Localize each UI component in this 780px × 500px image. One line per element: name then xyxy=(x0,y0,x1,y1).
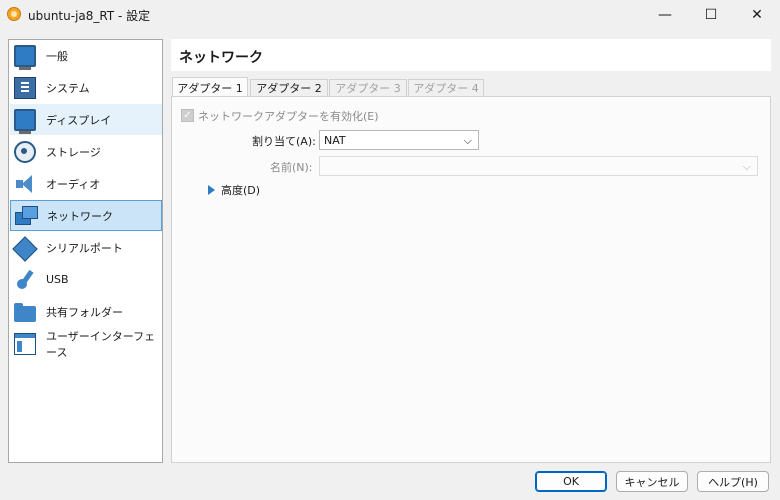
display-icon xyxy=(14,108,36,134)
sidebar-item-usb[interactable]: USB xyxy=(10,264,162,295)
window-title: ubuntu-ja8_RT - 設定 xyxy=(28,9,151,23)
shared-folder-icon xyxy=(14,302,36,322)
virtualbox-app-icon xyxy=(7,7,21,21)
general-monitor-icon xyxy=(14,44,36,70)
advanced-label: 高度(D) xyxy=(221,184,261,197)
enable-adapter-label: ネットワークアダプターを有効化(E) xyxy=(198,110,379,123)
audio-icon xyxy=(14,173,36,195)
close-button[interactable]: ✕ xyxy=(734,0,780,30)
sidebar-item-label: システム xyxy=(46,81,90,95)
help-button[interactable]: ヘルプ(H) xyxy=(697,471,769,492)
sidebar-item-storage[interactable]: ストレージ xyxy=(10,136,162,167)
chevron-down-icon: ⌵ xyxy=(463,134,472,147)
serial-port-icon xyxy=(12,235,38,262)
name-label: 名前(N): xyxy=(270,161,313,174)
name-select[interactable]: ⌵ xyxy=(319,156,758,176)
page-title: ネットワーク xyxy=(179,50,263,66)
sidebar-item-label: オーディオ xyxy=(46,177,101,191)
cancel-button[interactable]: キャンセル xyxy=(616,471,688,492)
adapter-panel xyxy=(171,96,771,463)
user-interface-icon xyxy=(14,332,36,355)
sidebar-item-label: ストレージ xyxy=(46,145,101,159)
sidebar-item-label: 共有フォルダー xyxy=(46,305,123,319)
expand-triangle-icon xyxy=(208,185,215,195)
sidebar-item-serial-ports[interactable]: シリアルポート xyxy=(10,232,162,263)
sidebar-item-user-interface[interactable]: ユーザーインターフェース xyxy=(10,328,162,359)
attached-to-select[interactable]: NAT ⌵ xyxy=(319,130,479,150)
sidebar-item-audio[interactable]: オーディオ xyxy=(10,168,162,199)
sidebar-item-label: ネットワーク xyxy=(47,209,113,223)
system-icon xyxy=(14,76,36,99)
storage-icon xyxy=(14,140,36,163)
advanced-expander[interactable]: 高度(D) xyxy=(208,182,260,198)
chevron-down-icon: ⌵ xyxy=(742,160,751,173)
settings-sidebar: 一般 システム ディスプレイ ストレージ オーディオ ネットワーク シリアルポー… xyxy=(8,39,163,463)
sidebar-item-label: 一般 xyxy=(46,49,68,63)
attached-to-value: NAT xyxy=(324,133,346,147)
title-bar: ubuntu-ja8_RT - 設定 — ☐ ✕ xyxy=(0,0,780,30)
attached-to-label: 割り当て(A): xyxy=(252,135,316,148)
sidebar-item-shared-folders[interactable]: 共有フォルダー xyxy=(10,296,162,327)
sidebar-item-display[interactable]: ディスプレイ xyxy=(10,104,162,135)
sidebar-item-label: シリアルポート xyxy=(46,241,123,255)
minimize-button[interactable]: — xyxy=(642,0,688,30)
sidebar-item-network[interactable]: ネットワーク xyxy=(10,200,162,231)
sidebar-item-system[interactable]: システム xyxy=(10,72,162,103)
page-header: ネットワーク xyxy=(171,39,771,71)
sidebar-item-label: ユーザーインターフェース xyxy=(46,329,156,359)
maximize-button[interactable]: ☐ xyxy=(688,0,734,30)
sidebar-item-label: ディスプレイ xyxy=(46,113,112,127)
network-icon xyxy=(15,205,38,227)
ok-button[interactable]: OK xyxy=(535,471,607,492)
tab-adapter-2[interactable]: アダプター 2 xyxy=(250,79,328,97)
tab-adapter-3[interactable]: アダプター 3 xyxy=(329,79,407,97)
usb-icon xyxy=(14,269,36,291)
enable-adapter-checkbox[interactable]: ✓ xyxy=(181,109,194,122)
tab-adapter-4[interactable]: アダプター 4 xyxy=(408,79,484,97)
tab-adapter-1[interactable]: アダプター 1 xyxy=(172,77,248,97)
sidebar-item-label: USB xyxy=(46,273,69,286)
sidebar-item-general[interactable]: 一般 xyxy=(10,40,162,71)
